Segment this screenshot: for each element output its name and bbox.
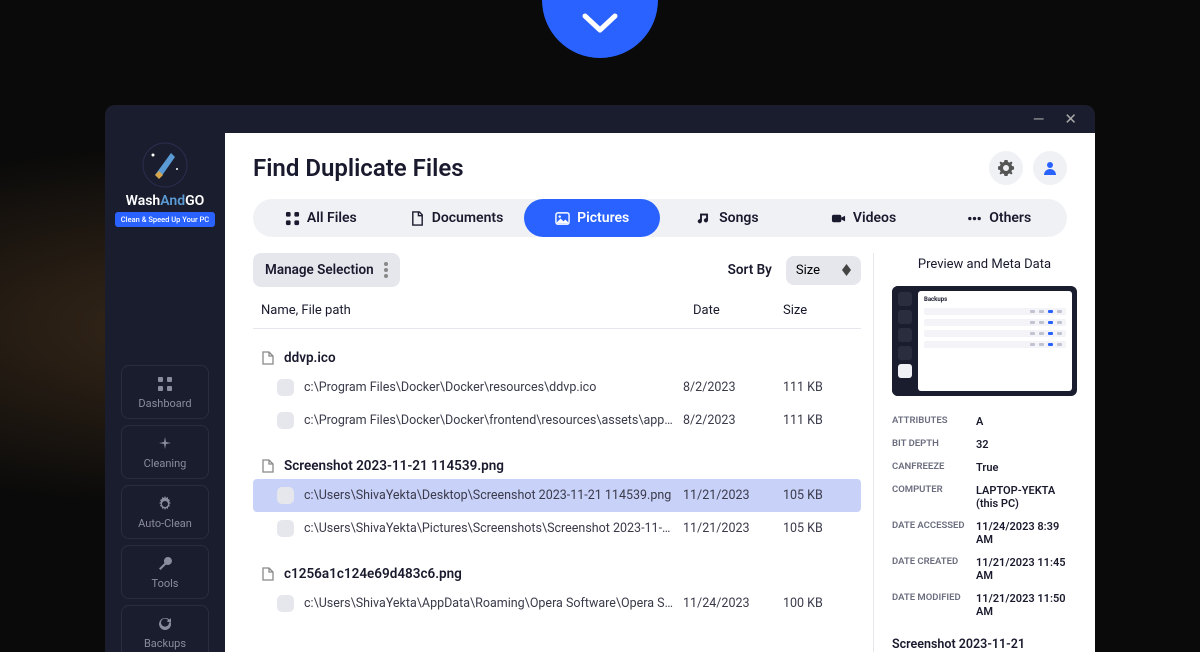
file-icon [261,351,275,365]
meta-row: DATE MODIFIED11/21/2023 11:50 AM [892,587,1077,623]
sort-label: Sort By [728,262,772,278]
row-checkbox[interactable] [277,379,294,396]
close-button[interactable]: ✕ [1064,112,1077,127]
row-checkbox[interactable] [277,520,294,537]
content: Find Duplicate Files All Files Documents… [225,133,1095,652]
row-size: 111 KB [783,413,853,428]
tab-others[interactable]: Others [931,199,1067,237]
wrench-icon [157,556,173,572]
row-checkbox[interactable] [277,412,294,429]
document-icon [410,211,425,226]
brand-go: GO [185,193,204,209]
nav-dashboard[interactable]: Dashboard [121,365,209,419]
row-path: c:\Program Files\Docker\Docker\frontend\… [304,413,673,428]
gear-icon [157,496,173,512]
refresh-icon [157,616,173,632]
meta-title: Preview and Meta Data [892,253,1077,286]
nav-cleaning[interactable]: Cleaning [121,425,209,479]
row-size: 105 KB [783,488,853,503]
meta-row: DATE CREATED11/21/2023 11:45 AM [892,551,1077,587]
meta-panel: Preview and Meta Data Backups ATTRIBUTES… [873,253,1095,652]
file-row[interactable]: c:\Users\ShivaYekta\AppData\Roaming\Oper… [253,587,861,620]
file-row[interactable]: c:\Program Files\Docker\Docker\resources… [253,371,861,404]
row-date: 11/24/2023 [683,596,773,611]
app-window: — ✕ WashAndGO Clean & Speed Up Your PC D… [105,105,1095,652]
sort-select[interactable]: Size [786,256,861,285]
meta-row: ATTRIBUTESA [892,410,1077,433]
sparkle-icon [157,436,173,452]
sort-arrows-icon [842,264,851,276]
row-size: 100 KB [783,596,853,611]
user-icon [1042,160,1058,176]
grid-icon [285,211,300,226]
list-header: Name, File path Date Size [253,297,861,329]
meta-row: BIT DEPTH32 [892,433,1077,456]
group-header[interactable]: c1256a1c124e69d483c6.png [253,561,861,587]
file-row[interactable]: c:\Program Files\Docker\Docker\frontend\… [253,404,861,437]
settings-button[interactable] [989,151,1023,185]
app-logo: WashAndGO Clean & Speed Up Your PC [115,141,215,227]
nav-backups[interactable]: Backups [121,605,209,652]
brand-wash: Wash [126,193,161,209]
more-icon [384,262,388,278]
row-path: c:\Users\ShivaYekta\Pictures\Screenshots… [304,521,673,536]
tab-documents[interactable]: Documents [389,199,525,237]
logo-icon [141,141,189,189]
tab-videos[interactable]: Videos [796,199,932,237]
titlebar: — ✕ [105,105,1095,133]
brand-and: And [160,193,185,209]
file-list: Manage Selection Sort By Size Name, File… [253,253,873,652]
gear-icon [998,160,1014,176]
file-row[interactable]: c:\Users\ShivaYekta\Pictures\Screenshots… [253,512,861,545]
row-date: 11/21/2023 [683,521,773,536]
filter-tabs: All Files Documents Pictures Songs Video… [253,199,1067,237]
row-date: 11/21/2023 [683,488,773,503]
nav: Dashboard Cleaning Auto-Clean Tools Back… [121,365,209,652]
video-icon [831,211,846,226]
preview-thumbnail: Backups [892,286,1077,396]
tab-all-files[interactable]: All Files [253,199,389,237]
music-icon [697,211,712,226]
row-date: 8/2/2023 [683,413,773,428]
row-path: c:\Program Files\Docker\Docker\resources… [304,380,673,395]
file-icon [261,459,275,473]
list-body[interactable]: ddvp.ico c:\Program Files\Docker\Docker\r… [253,329,861,652]
sidebar: WashAndGO Clean & Speed Up Your PC Dashb… [105,133,225,652]
brand-tagline: Clean & Speed Up Your PC [115,212,215,227]
group-header[interactable]: ddvp.ico [253,345,861,371]
chevron-down-icon [581,12,619,36]
dashboard-icon [157,376,173,392]
minimize-button[interactable]: — [1033,112,1045,127]
meta-row: CANFREEZETrue [892,456,1077,479]
meta-row: COMPUTERLAPTOP-YEKTA (this PC) [892,479,1077,515]
meta-filename: Screenshot 2023-11-21 114539.png [892,637,1077,652]
tab-songs[interactable]: Songs [660,199,796,237]
file-row[interactable]: c:\Users\ShivaYekta\Desktop\Screenshot 2… [253,479,861,512]
dots-icon [967,211,982,226]
picture-icon [555,211,570,226]
row-path: c:\Users\ShivaYekta\Desktop\Screenshot 2… [304,488,673,503]
manage-selection-button[interactable]: Manage Selection [253,253,400,287]
meta-row: DATE ACCESSED11/24/2023 8:39 AM [892,515,1077,551]
row-date: 8/2/2023 [683,380,773,395]
row-checkbox[interactable] [277,595,294,612]
page-title: Find Duplicate Files [253,154,464,182]
file-icon [261,567,275,581]
nav-tools[interactable]: Tools [121,545,209,599]
row-checkbox[interactable] [277,487,294,504]
tab-pictures[interactable]: Pictures [524,199,660,237]
row-size: 105 KB [783,521,853,536]
user-button[interactable] [1033,151,1067,185]
row-path: c:\Users\ShivaYekta\AppData\Roaming\Oper… [304,596,673,611]
group-header[interactable]: Screenshot 2023-11-21 114539.png [253,453,861,479]
row-size: 111 KB [783,380,853,395]
nav-auto-clean[interactable]: Auto-Clean [121,485,209,539]
